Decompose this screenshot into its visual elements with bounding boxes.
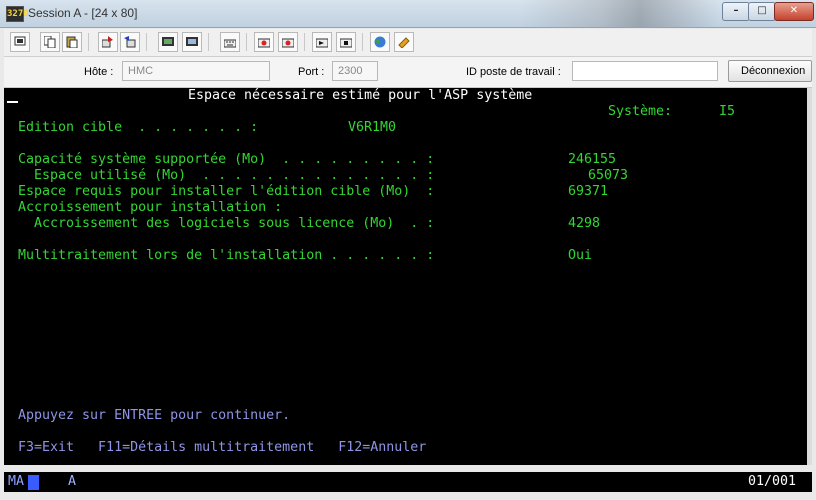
host-label: Hôte : (84, 66, 114, 78)
print-screen-icon[interactable] (182, 32, 202, 52)
function-keys[interactable]: F3=Exit F11=Détails multitraitement F12=… (18, 440, 426, 456)
cursor-position: 01/001 (748, 474, 797, 489)
minimize-button[interactable]: – (722, 2, 750, 21)
install-increase-label: Accroissement pour installation : (18, 200, 283, 215)
host-field[interactable]: HMC (122, 61, 270, 81)
run-macro-icon[interactable] (336, 32, 356, 52)
copy-icon[interactable] (40, 32, 60, 52)
connection-bar: Hôte : HMC Port : 2300 ID poste de trava… (4, 57, 812, 88)
screen-title: Espace nécessaire estimé pour l'ASP syst… (188, 88, 533, 103)
title-bar-background-image (520, 0, 720, 27)
workstation-id-field[interactable] (572, 61, 718, 81)
receive-icon[interactable] (120, 32, 140, 52)
globe-icon[interactable] (370, 32, 390, 52)
instruction-text: Appuyez sur ENTREE pour continuer. (18, 408, 291, 423)
stop-macro-icon[interactable] (312, 32, 332, 52)
terminal-screen[interactable]: Espace nécessaire estimé pour l'ASP syst… (4, 88, 807, 465)
licensed-programs-increase-value: 4298 (568, 216, 601, 231)
send-icon[interactable] (98, 32, 118, 52)
maximize-button[interactable]: □ (748, 2, 776, 21)
paste-icon[interactable] (62, 32, 82, 52)
port-label: Port : (298, 66, 325, 78)
target-release-label: Edition cible . . . . . . . : (18, 120, 259, 135)
text-cursor (7, 101, 18, 103)
input-inhibited-block (28, 475, 39, 490)
status-indicator: MA (8, 474, 25, 489)
record-macro-icon[interactable] (254, 32, 274, 52)
close-button[interactable]: ✕ (774, 2, 814, 21)
system-value: I5 (719, 104, 736, 119)
space-used-label: Espace utilisé (Mo) . . . . . . . . . . … (18, 168, 435, 183)
space-required-label: Espace requis pour installer l'édition c… (18, 184, 435, 199)
copy-screen-icon[interactable] (10, 32, 30, 52)
app-icon: 3270 (6, 6, 29, 22)
space-used-value: 65073 (588, 168, 629, 183)
multiprocessing-value: Oui (568, 248, 593, 263)
display-icon[interactable] (158, 32, 178, 52)
keyboard-icon[interactable] (220, 32, 240, 52)
licensed-programs-increase-label: Accroissement des logiciels sous licence… (18, 216, 435, 231)
multiprocessing-label: Multitraitement lors de l'installation .… (18, 248, 435, 263)
workstation-id-label: ID poste de travail : (466, 66, 561, 78)
window-title-bar[interactable]: 3270 Session A - [24 x 80] – □ ✕ (0, 0, 816, 28)
play-macro-icon[interactable] (278, 32, 298, 52)
port-field[interactable]: 2300 (332, 61, 378, 81)
status-line: MA A 01/001 (4, 472, 812, 492)
help-icon[interactable] (394, 32, 414, 52)
supported-capacity-label: Capacité système supportée (Mo) . . . . … (18, 152, 435, 167)
disconnect-button[interactable]: Déconnexion (728, 60, 812, 82)
status-mode: A (68, 474, 77, 489)
toolbar (4, 29, 812, 57)
space-required-value: 69371 (568, 184, 609, 199)
vertical-scrollbar[interactable] (807, 88, 812, 465)
supported-capacity-value: 246155 (568, 152, 617, 167)
system-label: Système: (608, 104, 673, 119)
window-title: Session A - [24 x 80] (28, 6, 138, 20)
target-release-value: V6R1M0 (348, 120, 397, 135)
